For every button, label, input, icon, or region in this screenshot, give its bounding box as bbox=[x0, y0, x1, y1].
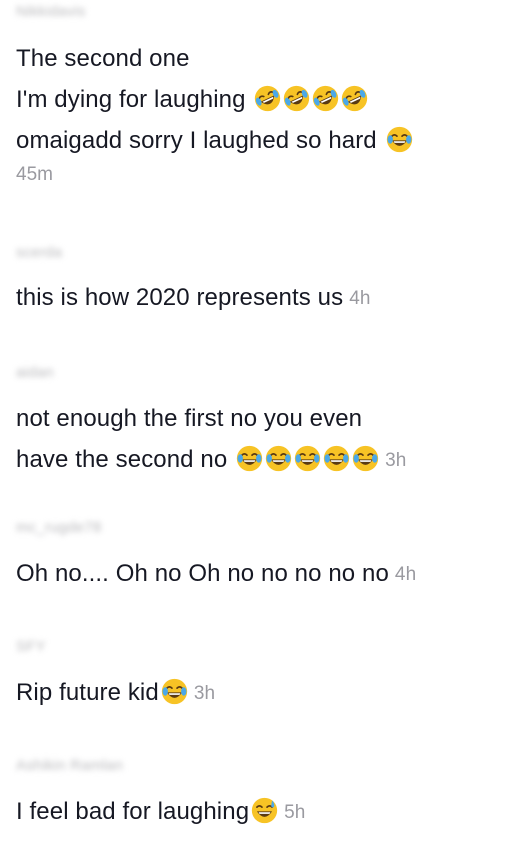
comment-text-segment: I'm dying for laughing bbox=[16, 86, 246, 113]
comment-item[interactable]: SFY Rip future kid 3h bbox=[16, 637, 512, 714]
face-with-tears-of-joy-icon bbox=[265, 445, 292, 472]
comment-item[interactable]: Nikkidavis The second one I'm dying for … bbox=[16, 2, 512, 189]
rolling-on-floor-laughing-icon bbox=[312, 85, 339, 112]
comment-item[interactable]: aidan not enough the first no you even h… bbox=[16, 363, 512, 481]
comment-username[interactable]: scerda bbox=[16, 243, 512, 263]
comment-text-line: not enough the first no you even bbox=[16, 405, 363, 432]
face-with-tears-of-joy-icon bbox=[323, 445, 350, 472]
face-with-tears-of-joy-icon bbox=[236, 445, 263, 472]
comment-text-line: I feel bad for laughing 5h bbox=[16, 791, 512, 833]
face-with-tears-of-joy-icon bbox=[161, 678, 188, 705]
comment-username[interactable]: Nikkidavis bbox=[16, 2, 512, 22]
comment-text-segment: I feel bad for laughing bbox=[16, 798, 250, 825]
comment-username[interactable]: aidan bbox=[16, 363, 512, 383]
comment-timestamp: 4h bbox=[349, 288, 371, 309]
comment-text-segment: this is how 2020 represents us bbox=[16, 284, 344, 311]
comment-item[interactable]: scerda this is how 2020 represents us 4h bbox=[16, 243, 512, 319]
comment-item[interactable]: mc_rugde78 Oh no.... Oh no Oh no no no n… bbox=[16, 518, 512, 595]
comment-timestamp: 3h bbox=[385, 450, 407, 471]
comment-text-line: have the second no 3h bbox=[16, 439, 512, 481]
comment-text-line: Oh no.... Oh no Oh no no no no no 4h bbox=[16, 553, 512, 595]
comment-text-segment: Rip future kid bbox=[16, 679, 159, 706]
comment-username[interactable]: Ashikin Ramlan bbox=[16, 756, 512, 776]
face-with-tears-of-joy-icon bbox=[294, 445, 321, 472]
face-with-tears-of-joy-icon bbox=[352, 445, 379, 472]
comment-text-segment: Oh no.... Oh no Oh no no no no no bbox=[16, 560, 389, 587]
comment-username[interactable]: SFY bbox=[16, 637, 512, 657]
comment-timestamp: 4h bbox=[394, 564, 417, 585]
comment-text-line: Rip future kid 3h bbox=[16, 672, 512, 714]
comment-text-line: The second one bbox=[16, 45, 190, 72]
comment-text-line: this is how 2020 represents us 4h bbox=[16, 277, 512, 319]
comment-item[interactable]: Ashikin Ramlan I feel bad for laughing 5h bbox=[16, 756, 512, 833]
comment-timestamp: 5h bbox=[284, 802, 306, 823]
grinning-face-with-sweat-icon bbox=[251, 797, 278, 824]
comment-username[interactable]: mc_rugde78 bbox=[16, 518, 512, 538]
comment-timestamp: 45m bbox=[16, 164, 53, 185]
comment-text-line: I'm dying for laughing bbox=[16, 79, 512, 120]
comment-text-segment: omaigadd sorry I laughed so hard bbox=[16, 127, 377, 154]
comment-text-line: omaigadd sorry I laughed so hard bbox=[16, 120, 512, 161]
rolling-on-floor-laughing-icon bbox=[283, 85, 310, 112]
rolling-on-floor-laughing-icon bbox=[341, 85, 368, 112]
comment-text-segment: have the second no bbox=[16, 446, 228, 473]
comment-timestamp: 3h bbox=[193, 683, 216, 704]
face-with-tears-of-joy-icon bbox=[386, 126, 413, 153]
rolling-on-floor-laughing-icon bbox=[254, 85, 281, 112]
